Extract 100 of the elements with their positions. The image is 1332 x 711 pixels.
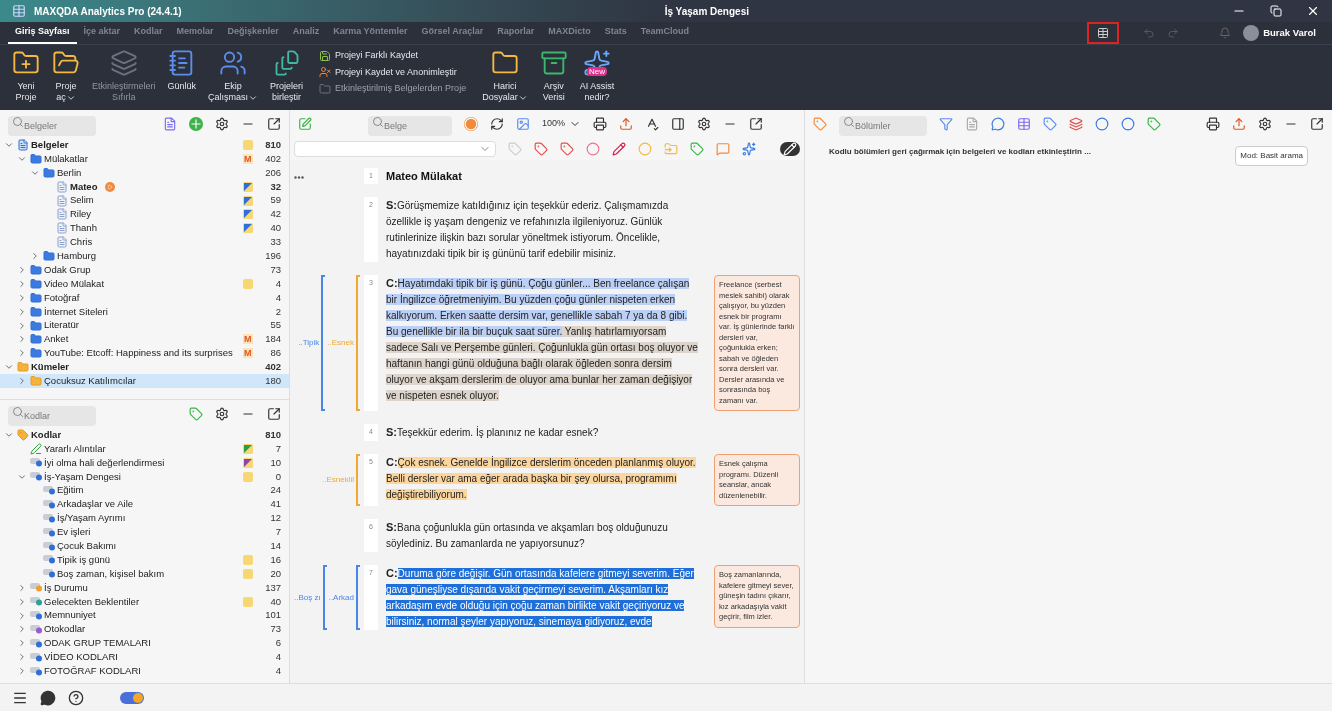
ribbon-button[interactable]: Ekip Çalışması (204, 45, 263, 103)
tree-item[interactable]: Tipik iş günü 16 (0, 553, 289, 567)
tree-item[interactable]: Yararlı Alıntılar 7 (0, 441, 289, 456)
tag-icon[interactable] (534, 142, 548, 156)
menu-tab[interactable]: Raporlar (490, 22, 542, 44)
sparkle-icon[interactable] (742, 142, 756, 156)
mode-button[interactable]: Mod: Basit arama (1235, 146, 1308, 166)
refresh-icon[interactable] (490, 117, 504, 131)
undock-icon[interactable] (1310, 117, 1324, 131)
menu-tab[interactable]: Analiz (285, 22, 327, 44)
layout-icon[interactable] (1097, 27, 1110, 39)
ribbon-button[interactable]: Günlük (163, 45, 201, 92)
panel-icon[interactable] (671, 117, 686, 131)
settings-icon[interactable] (215, 117, 229, 131)
tree-item[interactable]: FOTOĞRAF KODLARI 4 (0, 664, 289, 679)
search-field[interactable]: Belgeler (8, 116, 96, 136)
table-icon[interactable] (1017, 117, 1031, 131)
tree-item[interactable]: Hamburg 196 (0, 249, 289, 263)
layers-icon[interactable] (1069, 117, 1083, 131)
tag-icon[interactable] (690, 142, 704, 156)
tree-item[interactable]: ODAK GRUP TEMALARI 6 (0, 636, 289, 651)
highlighter-icon[interactable] (612, 142, 626, 156)
filter-icon[interactable] (939, 117, 953, 131)
menu-tab[interactable]: MAXDicto (541, 22, 598, 44)
tree-item[interactable]: Ev işleri 7 (0, 525, 289, 540)
user-name[interactable]: Burak Varol (1263, 25, 1316, 41)
ribbon-button[interactable]: Harici Dosyalar (478, 45, 532, 103)
circle-icon[interactable] (586, 142, 600, 156)
menu-tab[interactable]: İçe aktar (76, 22, 128, 44)
menu-tab[interactable]: Karma Yöntemler (326, 22, 415, 44)
menu-tab[interactable]: Memolar (169, 22, 221, 44)
comment-icon[interactable] (716, 142, 730, 156)
tree-item[interactable]: İş Durumu 137 (0, 580, 289, 595)
undock-icon[interactable] (267, 117, 281, 131)
tree-item[interactable]: Çocuksuz Katılımcılar 180 (0, 374, 289, 389)
tree-item[interactable]: Odak Grup 73 (0, 263, 289, 277)
search-field[interactable]: Kodlar (8, 406, 96, 426)
export-icon[interactable] (1232, 117, 1246, 131)
tree-item[interactable]: Video Mülakat 4 (0, 276, 289, 291)
tree-item[interactable]: Riley 42 (0, 207, 289, 222)
tree-item[interactable]: Çocuk Bakımı 14 (0, 539, 289, 553)
tree-item[interactable]: İş/Yaşam Ayrımı 12 (0, 511, 289, 526)
tree-item[interactable]: Boş zaman, kişisel bakım 20 (0, 566, 289, 581)
print-icon[interactable] (593, 117, 608, 131)
tag-icon[interactable] (813, 117, 827, 131)
document-icon[interactable] (163, 117, 177, 131)
tag-icon[interactable] (1043, 117, 1057, 131)
tree-item[interactable]: Kodlar 810 (0, 428, 289, 442)
tree-item[interactable]: Anket M 184 (0, 332, 289, 347)
tree-item[interactable]: İş-Yaşam Dengesi 0 (0, 469, 289, 484)
close-icon[interactable] (1306, 4, 1320, 18)
code-bracket[interactable] (322, 565, 327, 630)
ribbon-button[interactable]: New AI Assist nedir? (575, 45, 619, 103)
undo-icon[interactable] (1143, 27, 1156, 39)
ribbon-button[interactable]: Yeni Proje (8, 45, 44, 103)
more-icon[interactable] (294, 176, 304, 179)
edit-icon[interactable] (298, 117, 312, 131)
redo-icon[interactable] (1167, 27, 1180, 39)
tree-item[interactable]: Thanh 40 (0, 221, 289, 236)
spellcheck-icon[interactable] (645, 117, 660, 131)
help-icon[interactable] (68, 689, 84, 706)
record-icon[interactable] (464, 117, 478, 131)
menu-tab[interactable]: Görsel Araçlar (414, 22, 491, 44)
image-icon[interactable] (516, 117, 530, 131)
tree-item[interactable]: Mateo 32 (0, 179, 289, 194)
code-bracket[interactable] (356, 454, 360, 506)
tree-item[interactable]: Belgeler 810 (0, 138, 289, 152)
tree-item[interactable]: Eğitim 24 (0, 483, 289, 498)
undock-icon[interactable] (267, 407, 281, 421)
comment-icon[interactable] (991, 117, 1005, 131)
tree-item[interactable]: Mülakatlar M 402 (0, 151, 289, 166)
settings-icon[interactable] (1258, 117, 1272, 131)
toggle-icon[interactable] (120, 691, 144, 704)
zoom-dropdown[interactable]: 100% (542, 117, 582, 131)
tree-item[interactable]: Literatür 55 (0, 318, 289, 333)
code-bracket[interactable] (356, 565, 360, 630)
tree-item[interactable]: Memnuniyet 101 (0, 608, 289, 623)
settings-icon[interactable] (215, 407, 229, 421)
bell-icon[interactable] (1219, 27, 1232, 39)
restore-icon[interactable] (1270, 5, 1282, 17)
ribbon-small-button[interactable]: Projeyi Farklı Kaydet (319, 49, 467, 63)
tree-item[interactable]: Arkadaşlar ve Aile 41 (0, 497, 289, 512)
undock-icon[interactable] (749, 117, 764, 131)
tree-item[interactable]: Selim 59 (0, 193, 289, 208)
tree-item[interactable]: Fotoğraf 4 (0, 290, 289, 305)
tree-item[interactable]: İyi olma hali değerlendirmesi 10 (0, 455, 289, 470)
tree-item[interactable]: Otokodlar 73 (0, 622, 289, 637)
export-icon[interactable] (619, 117, 634, 131)
menu-tab[interactable]: Değişkenler (220, 22, 286, 44)
code-bracket[interactable] (321, 275, 326, 411)
ribbon-small-button[interactable]: Projeyi Kaydet ve Anonimleştir (319, 65, 467, 79)
tag-icon[interactable] (560, 142, 574, 156)
tree-item[interactable]: Berlin 206 (0, 165, 289, 180)
tree-item[interactable]: İnternet Siteleri 2 (0, 304, 289, 319)
tree-item[interactable]: Chris 33 (0, 235, 289, 250)
search-field[interactable]: Bölümler (839, 116, 927, 136)
menu-tab[interactable]: Kodlar (127, 22, 170, 44)
settings-icon[interactable] (697, 117, 712, 131)
tree-item[interactable]: Gelecekten Beklentiler 40 (0, 594, 289, 609)
tree-item[interactable]: YouTube: Etcoff: Happiness and its surprises M 86 (0, 346, 289, 361)
